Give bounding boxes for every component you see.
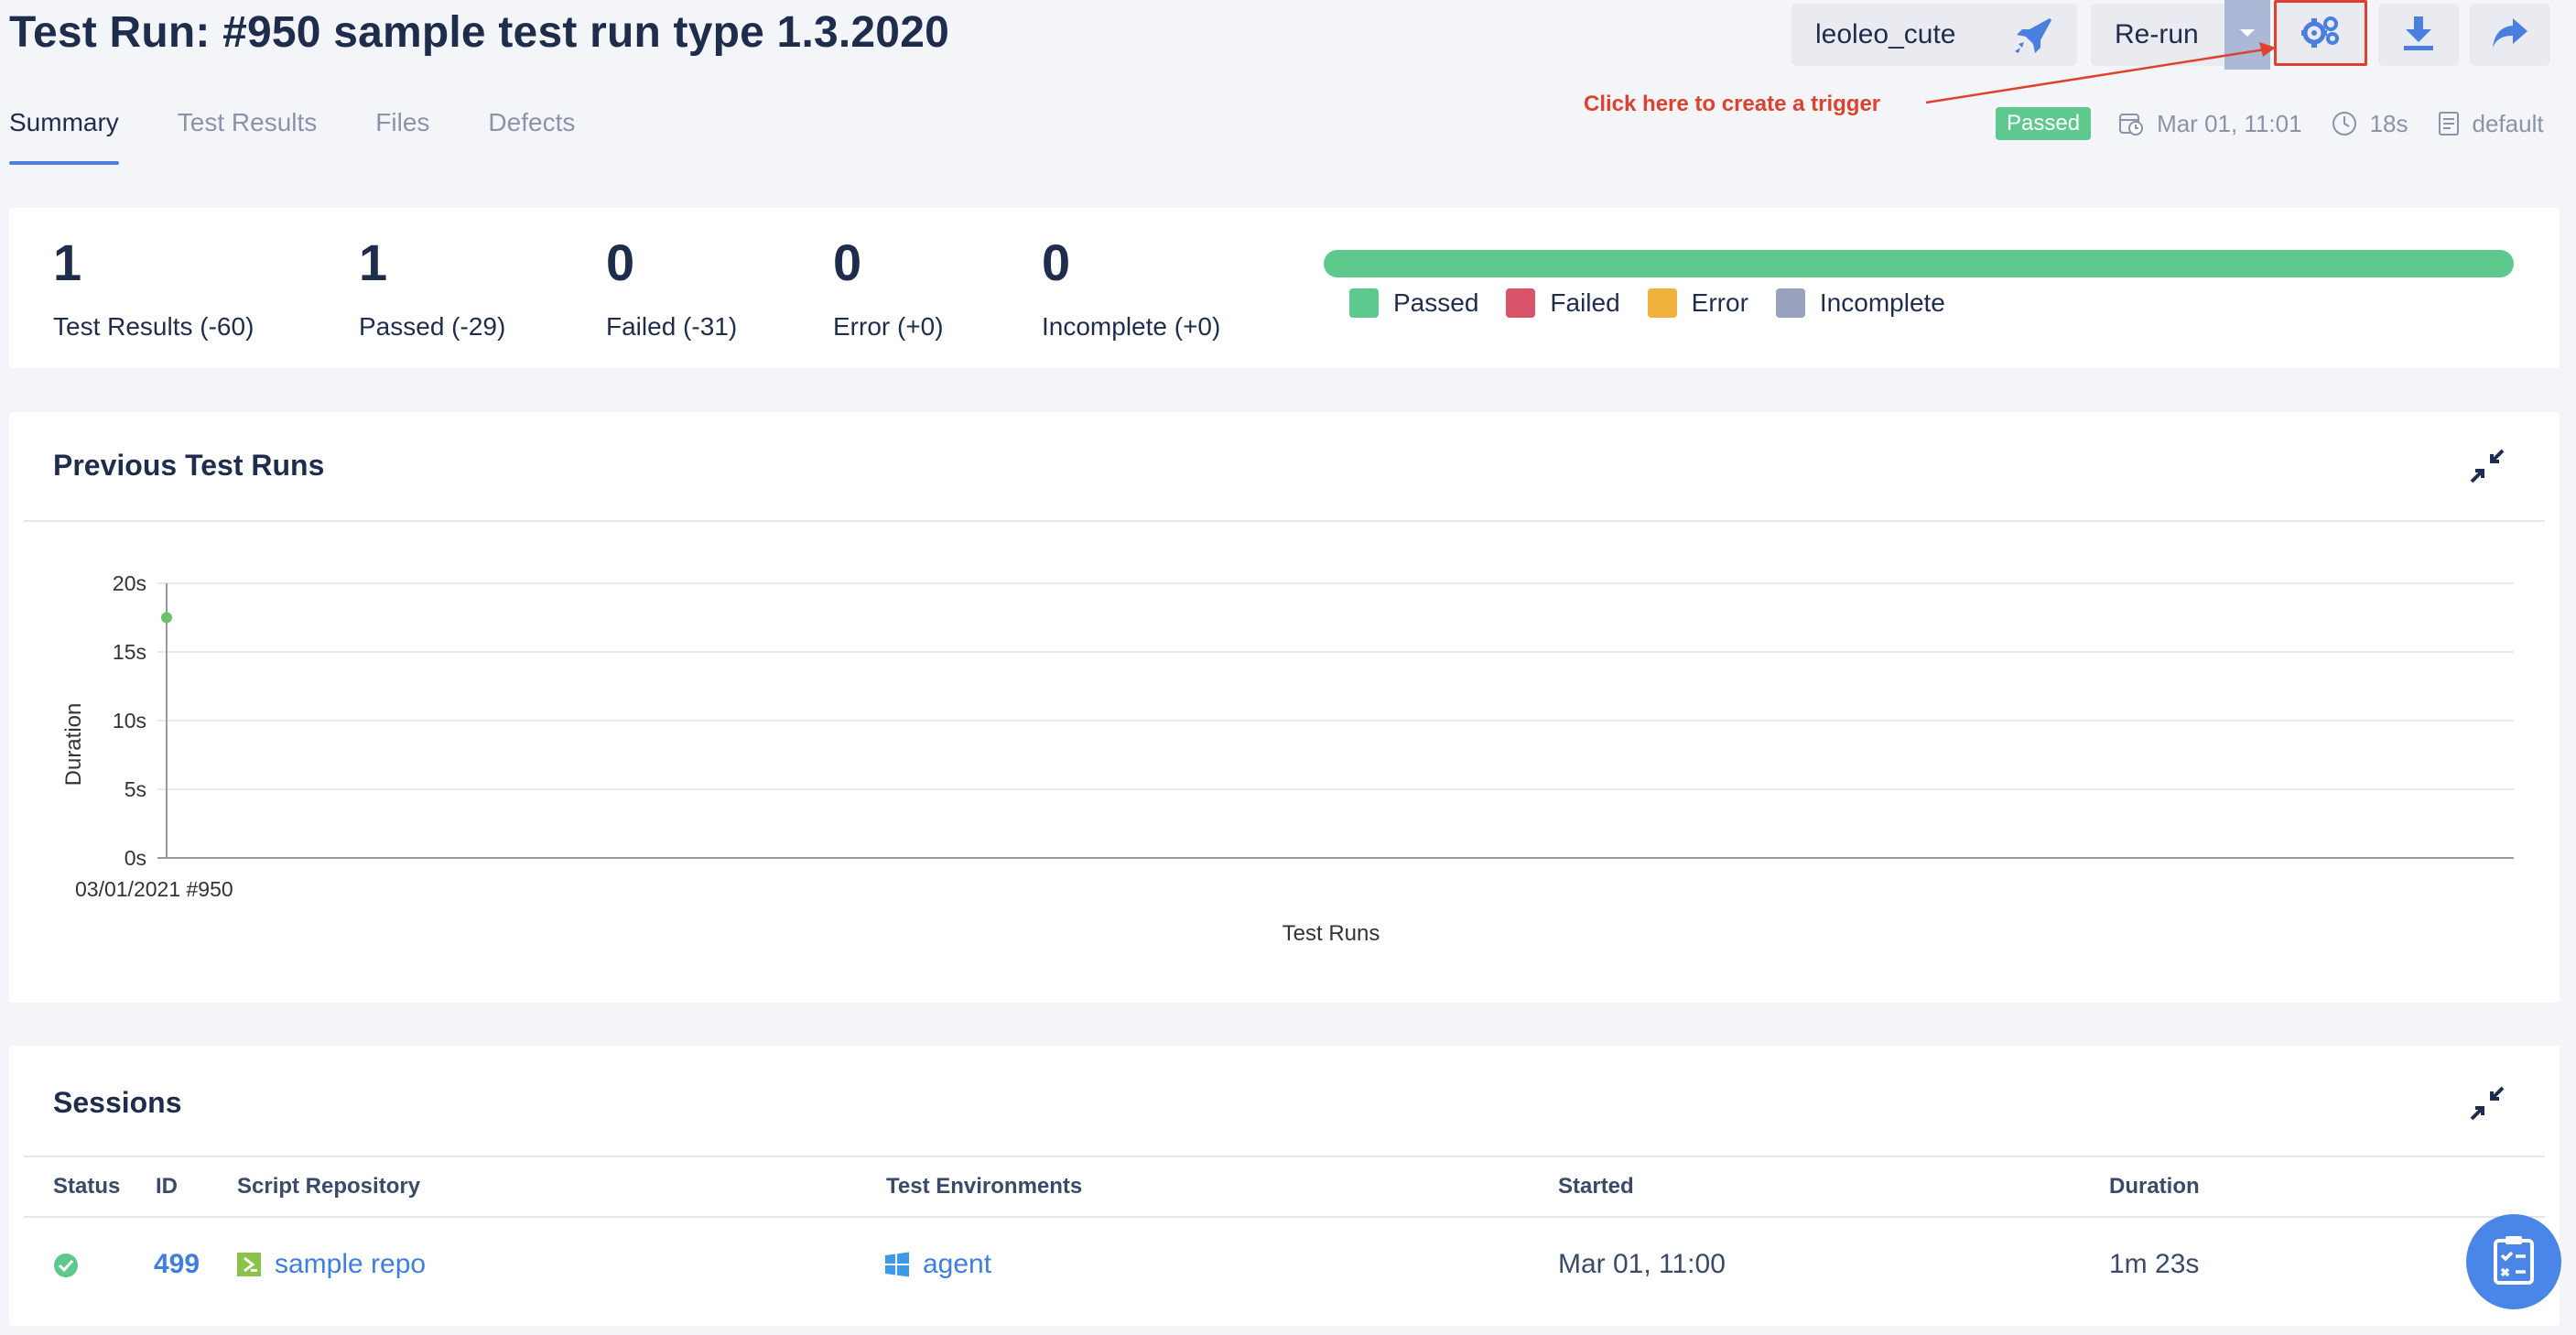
stat-label: Failed (-31) <box>606 312 738 341</box>
legend-swatch <box>1647 288 1677 318</box>
stat-failed: 0 Failed (-31) <box>606 237 737 342</box>
result-progress-bar <box>1324 250 2514 277</box>
column-header-duration[interactable]: Duration <box>2109 1174 2200 1199</box>
legend-swatch <box>1775 288 1805 318</box>
repository-name: sample repo <box>275 1249 427 1279</box>
legend-swatch <box>1506 288 1536 318</box>
legend-item-error: Error <box>1647 288 1748 318</box>
run-meta: Passed Mar 01, 11:01 18s default <box>1996 106 2573 141</box>
gears-icon <box>2301 15 2340 52</box>
annotation-arrow <box>1925 42 2276 104</box>
legend-label: Passed <box>1393 288 1479 317</box>
tab-files[interactable]: Files <box>375 108 429 165</box>
document-icon <box>2438 112 2459 136</box>
card-divider <box>24 1156 2545 1157</box>
share-icon <box>2491 16 2529 54</box>
y-tick-label: 5s <box>124 777 146 801</box>
stat-incomplete: 0 Incomplete (+0) <box>1042 237 1220 342</box>
clock-icon <box>2332 112 2356 136</box>
run-environment-text: default <box>2472 109 2544 137</box>
sessions-card: Sessions Status ID Script Repository Tes… <box>9 1046 2560 1326</box>
column-header-id[interactable]: ID <box>156 1174 178 1199</box>
run-duration: 18s <box>2332 110 2408 138</box>
column-header-started[interactable]: Started <box>1558 1174 1634 1199</box>
stat-label: Passed (-29) <box>359 312 506 341</box>
windows-icon <box>885 1252 909 1277</box>
legend-label: Error <box>1691 288 1748 317</box>
stat-value: 0 <box>1042 233 1071 291</box>
x-axis-label: Test Runs <box>1283 921 1380 946</box>
tab-summary[interactable]: Summary <box>9 108 119 165</box>
summary-card: 1 Test Results (-60) 1 Passed (-29) 0 Fa… <box>9 208 2560 368</box>
share-button[interactable] <box>2470 4 2550 66</box>
column-header-status[interactable]: Status <box>53 1174 120 1199</box>
run-date: Mar 01, 11:01 <box>2118 110 2302 138</box>
stat-value: 1 <box>53 233 82 291</box>
previous-test-runs-card: Previous Test Runs 0s 5s 10s 15s 20s 03/01/2… <box>9 412 2560 1003</box>
y-axis-label: Duration <box>61 703 86 787</box>
session-id-link[interactable]: 499 <box>154 1249 200 1280</box>
status-badge: Passed <box>1996 107 2092 140</box>
legend-label: Incomplete <box>1819 288 1945 317</box>
clipboard-checklist-icon <box>2492 1235 2536 1289</box>
session-duration: 1m 23s <box>2109 1249 2200 1279</box>
run-duration-text: 18s <box>2369 109 2408 137</box>
environment-link[interactable]: agent <box>884 1249 991 1280</box>
collapse-icon[interactable] <box>2470 1086 2505 1125</box>
tab-bar: Summary Test Results Files Defects <box>9 108 633 165</box>
stat-error: 0 Error (+0) <box>833 237 944 342</box>
y-tick-label: 15s <box>113 640 146 664</box>
x-tick-label: 03/01/2021 #950 <box>75 877 233 901</box>
y-tick-label: 10s <box>113 709 146 733</box>
environment-name: agent <box>923 1249 992 1279</box>
card-title: Sessions <box>53 1086 182 1119</box>
data-point[interactable] <box>161 612 172 624</box>
header-divider <box>24 1216 2545 1218</box>
stat-value: 0 <box>606 233 635 291</box>
status-passed-icon <box>53 1253 92 1278</box>
run-environment: default <box>2438 110 2544 138</box>
result-legend: Passed Failed Error Incomplete <box>1349 288 1973 318</box>
y-tick-label: 0s <box>124 846 146 870</box>
legend-item-failed: Failed <box>1506 288 1620 318</box>
legend-item-incomplete: Incomplete <box>1775 288 1945 318</box>
checklist-fab[interactable] <box>2466 1214 2561 1309</box>
session-started: Mar 01, 11:00 <box>1558 1249 1726 1279</box>
annotation-text: Click here to create a trigger <box>1584 92 1881 116</box>
download-button[interactable] <box>2378 4 2459 66</box>
legend-label: Failed <box>1550 288 1620 317</box>
legend-item-passed: Passed <box>1349 288 1478 318</box>
download-icon <box>2402 15 2435 56</box>
column-header-test-environments[interactable]: Test Environments <box>886 1174 1082 1199</box>
stat-value: 0 <box>833 233 862 291</box>
repository-icon <box>237 1253 261 1276</box>
duration-chart: 0s5s10s15s20s 03/01/2021 #950 Test Runs … <box>61 571 2514 946</box>
stat-label: Error (+0) <box>833 312 944 341</box>
stat-value: 1 <box>359 233 388 291</box>
stat-passed: 1 Passed (-29) <box>359 237 505 342</box>
column-header-script-repository[interactable]: Script Repository <box>237 1174 420 1199</box>
y-tick-label: 20s <box>113 571 146 595</box>
legend-swatch <box>1349 288 1379 318</box>
run-date-text: Mar 01, 11:01 <box>2157 109 2302 137</box>
page-title: Test Run: #950 sample test run type 1.3.… <box>9 8 949 57</box>
tab-test-results[interactable]: Test Results <box>178 108 318 165</box>
stat-test-results: 1 Test Results (-60) <box>53 237 254 342</box>
calendar-clock-icon <box>2119 114 2144 136</box>
tab-defects[interactable]: Defects <box>488 108 575 165</box>
repository-link[interactable]: sample repo <box>236 1249 426 1280</box>
stat-label: Test Results (-60) <box>53 312 254 341</box>
stat-label: Incomplete (+0) <box>1042 312 1221 341</box>
